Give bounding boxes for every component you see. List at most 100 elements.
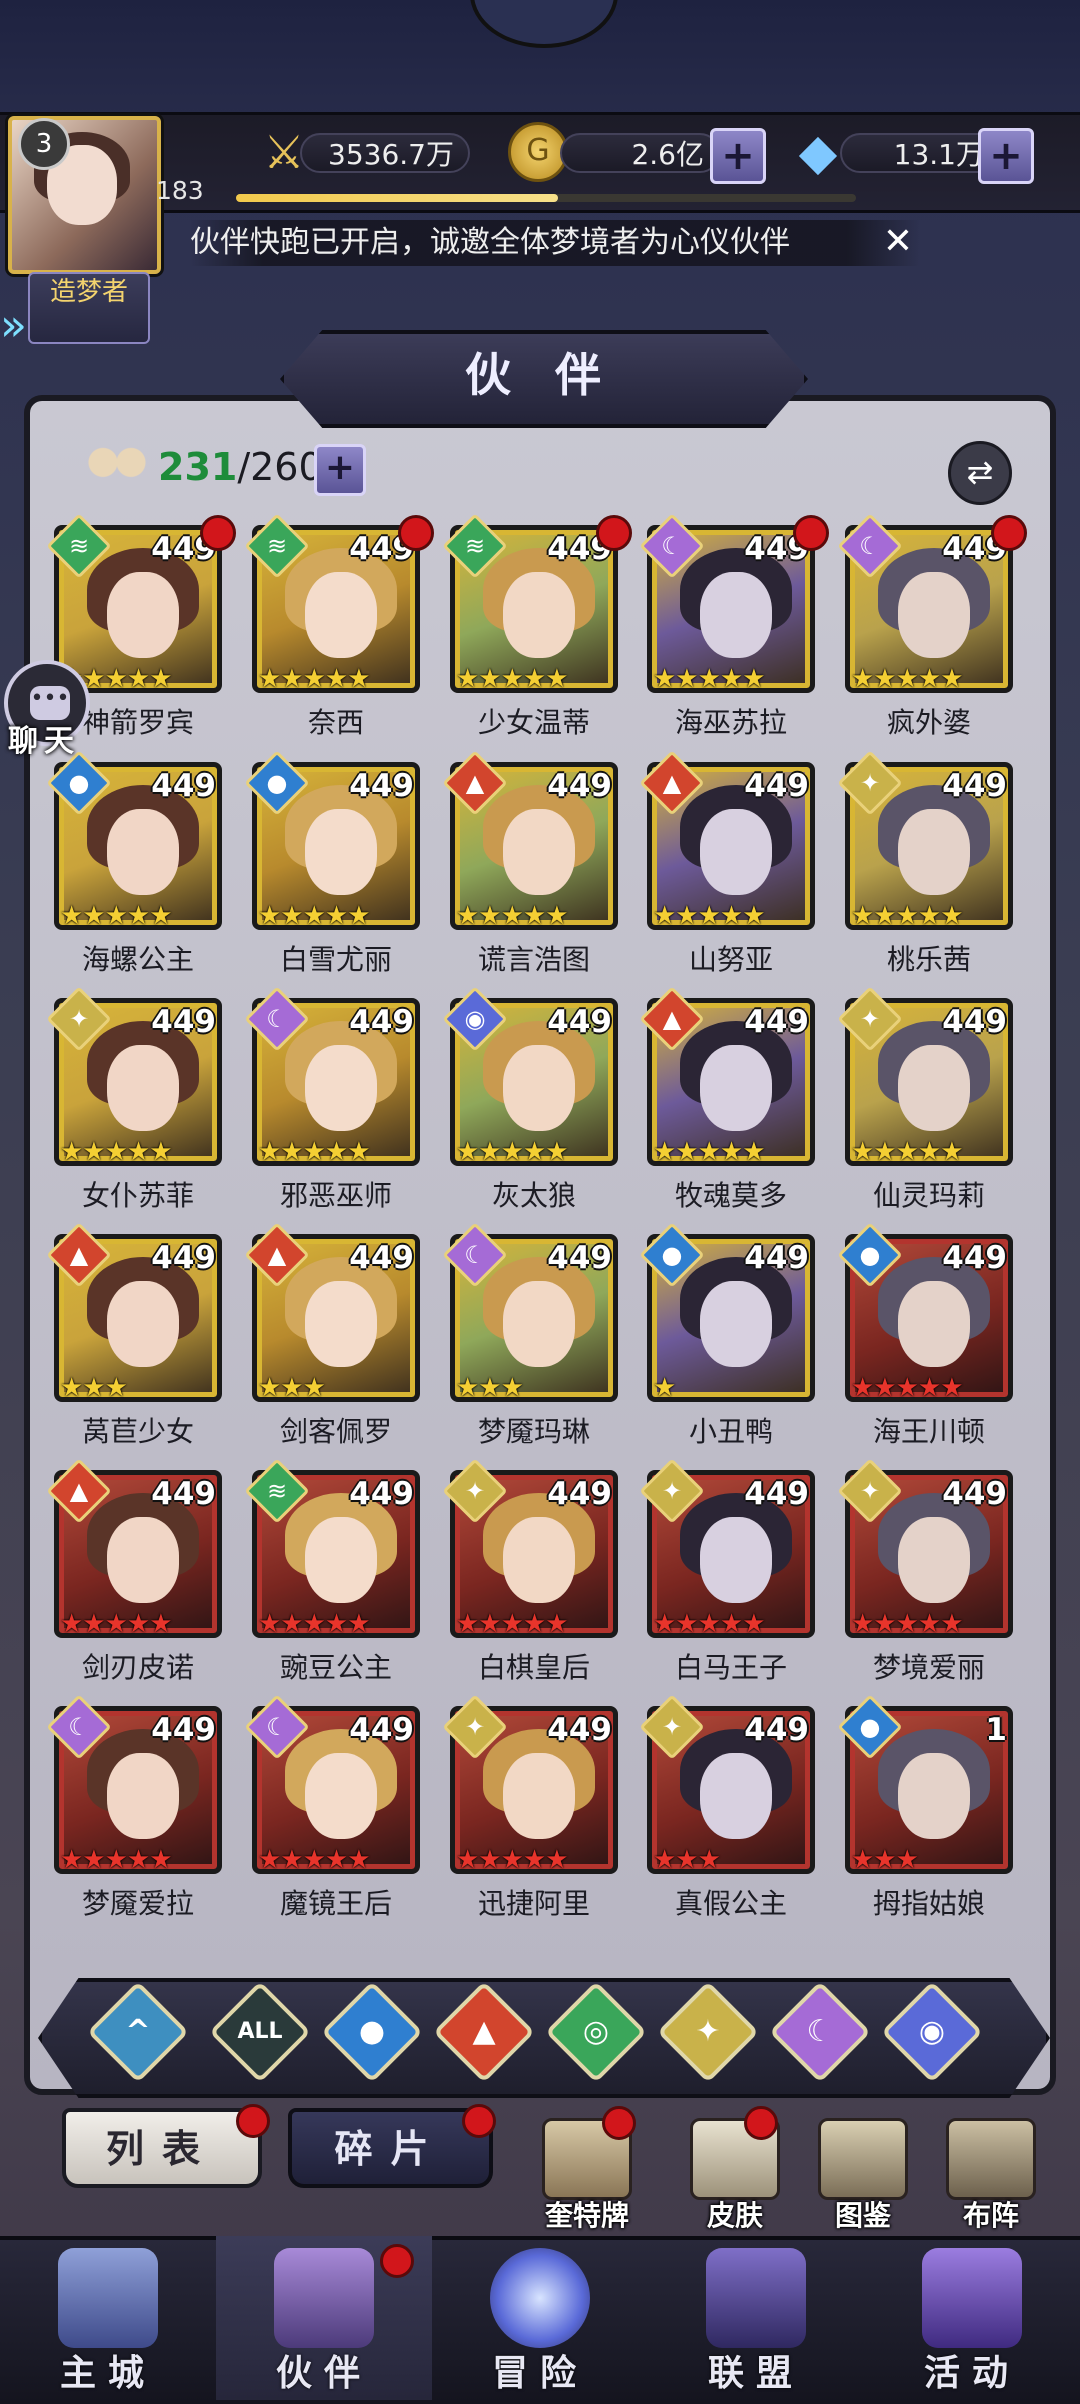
water-icon: ● — [859, 1241, 881, 1269]
partner-card[interactable]: ☾ 449 ★★★★★ 疯外婆 — [837, 513, 1027, 739]
partner-name: 灰太狼 — [491, 1179, 576, 1212]
tab-list[interactable]: 列表 — [62, 2108, 262, 2188]
nav-city-label: 主城 — [59, 2352, 156, 2394]
title-badge[interactable]: 造梦者 ★★★★★ — [28, 272, 150, 444]
partner-card[interactable]: ✦ 449 ★★★★★ 桃乐茜 — [837, 750, 1017, 976]
partner-card[interactable]: ✦ 449 ★★★★★ 白马王子 — [639, 1458, 819, 1684]
partner-card[interactable]: ✦ 449 ★★★★★ 迅捷阿里 — [442, 1694, 622, 1920]
filter-moon-icon: ☾ — [806, 2014, 834, 2049]
planet-icon: ◉ — [464, 1005, 486, 1033]
title-badge-label: 造梦者 — [49, 277, 128, 307]
partner-card[interactable]: ● 1 ★★★ 拇指姑娘 — [837, 1694, 1017, 1920]
portrait-face — [700, 1517, 772, 1603]
sort-swap-button[interactable]: ⇄ — [948, 441, 1012, 505]
partner-card[interactable]: ● 449 ★★★★★ 白雪尤丽 — [244, 750, 424, 976]
power-value: 3536.7万 — [300, 133, 470, 173]
light-icon: ✦ — [68, 1005, 90, 1033]
partner-name: 海王川顿 — [872, 1415, 985, 1448]
portrait-face — [107, 809, 179, 895]
partner-level: 449 — [942, 1476, 1007, 1512]
portrait-face — [107, 1753, 179, 1839]
portrait-face — [305, 572, 377, 658]
formation-button[interactable]: 布阵 — [936, 2118, 1046, 2232]
portrait-face — [305, 1045, 377, 1131]
partner-stars: ★★★★★ — [60, 1609, 173, 1639]
partner-card[interactable]: ◉ 449 ★★★★★ 灰太狼 — [442, 986, 622, 1212]
partner-level: 449 — [942, 1004, 1007, 1040]
chess-icon — [946, 2118, 1036, 2200]
partner-card[interactable]: ☾ 449 ★★★★★ 梦魇爱拉 — [46, 1694, 226, 1920]
wizard-hat-icon — [274, 2248, 374, 2348]
chat-label: 聊天 — [8, 724, 80, 759]
portrait-face — [107, 1045, 179, 1131]
partner-card[interactable]: ✦ 449 ★★★ 真假公主 — [639, 1694, 819, 1920]
partner-name: 剑客佩罗 — [279, 1415, 392, 1448]
partner-level: 449 — [349, 1712, 414, 1748]
partner-name: 仙灵玛莉 — [872, 1179, 985, 1212]
notification-dot — [596, 515, 632, 551]
partner-card[interactable]: ✦ 449 ★★★★★ 女仆苏菲 — [46, 986, 226, 1212]
close-icon[interactable]: ✕ — [878, 222, 918, 262]
partner-card[interactable]: ☾ 449 ★★★ 梦魇玛琳 — [442, 1222, 622, 1448]
partner-card[interactable]: ▲ 449 ★★★★★ 剑刃皮诺 — [46, 1458, 226, 1684]
filter-light-icon: ✦ — [695, 2014, 721, 2049]
partner-card[interactable]: ☾ 449 ★★★★★ 海巫苏拉 — [639, 513, 829, 739]
portrait-face — [503, 1281, 575, 1367]
partner-card[interactable]: ● 449 ★★★★★ 海王川顿 — [837, 1222, 1017, 1448]
portrait-face — [898, 572, 970, 658]
nav-events[interactable]: 活动 — [864, 2236, 1080, 2400]
partner-card[interactable]: ≋ 449 ★★★★★ 奈西 — [244, 513, 434, 739]
chat-icon: ••• — [30, 686, 70, 720]
partner-card[interactable]: ≋ 449 ★★★★★ 豌豆公主 — [244, 1458, 424, 1684]
partner-stars: ★★★★★ — [258, 1137, 371, 1167]
nav-adventure[interactable]: 冒险 — [432, 2236, 648, 2400]
partner-stars: ★★★★★ — [851, 1609, 964, 1639]
partner-stars: ★★★★★ — [851, 1137, 964, 1167]
expand-capacity-button[interactable]: + — [314, 444, 366, 496]
nav-alliance-label: 联盟 — [707, 2352, 804, 2394]
partner-card[interactable]: ● 449 ★★★★★ 海螺公主 — [46, 750, 226, 976]
partner-stars: ★★★★★ — [456, 664, 569, 694]
partner-card[interactable]: ✦ 449 ★★★★★ 白棋皇后 — [442, 1458, 622, 1684]
partner-level: 449 — [151, 1476, 216, 1512]
light-icon: ✦ — [661, 1477, 683, 1505]
partner-stars: ★ — [653, 1373, 676, 1403]
add-gold-button[interactable]: + — [710, 128, 766, 184]
fire-icon: ▲ — [662, 1005, 682, 1033]
partner-card[interactable]: ▲ 449 ★★★★★ 谎言浩图 — [442, 750, 622, 976]
portrait-face — [898, 809, 970, 895]
partner-level: 449 — [349, 1476, 414, 1512]
water-icon: ● — [859, 1713, 881, 1741]
add-diamond-button[interactable]: + — [978, 128, 1034, 184]
partner-card[interactable]: ▲ 449 ★★★★★ 山努亚 — [639, 750, 819, 976]
partner-level: 449 — [744, 1712, 809, 1748]
partner-card[interactable]: ✦ 449 ★★★★★ 仙灵玛莉 — [837, 986, 1017, 1212]
nav-events-label: 活动 — [923, 2352, 1020, 2394]
partner-stars: ★★★★★ — [60, 1845, 173, 1875]
partner-card[interactable]: ▲ 449 ★★★ 剑客佩罗 — [244, 1222, 424, 1448]
partner-name: 疯外婆 — [886, 706, 971, 739]
partner-card[interactable]: ☾ 449 ★★★★★ 魔镜王后 — [244, 1694, 424, 1920]
side-expand-icon[interactable]: » — [0, 296, 30, 356]
partner-card[interactable]: ☾ 449 ★★★★★ 邪恶巫师 — [244, 986, 424, 1212]
cards-notification-dot — [602, 2106, 636, 2140]
nav-partner-notification-dot — [380, 2244, 414, 2278]
nav-alliance[interactable]: 联盟 — [648, 2236, 864, 2400]
partner-name: 豌豆公主 — [279, 1651, 392, 1684]
partner-card[interactable]: ✦ 449 ★★★★★ 梦境爱丽 — [837, 1458, 1017, 1684]
partner-card[interactable]: ≋ 449 ★★★★★ 少女温蒂 — [442, 513, 632, 739]
portrait-face — [503, 1753, 575, 1839]
partner-card[interactable]: ● 449 ★ 小丑鸭 — [639, 1222, 819, 1448]
partner-card[interactable]: ▲ 449 ★★★★★ 牧魂莫多 — [639, 986, 819, 1212]
gallery-button[interactable]: 图鉴 — [808, 2118, 918, 2232]
partner-stars: ★★★★★ — [258, 1845, 371, 1875]
partner-card[interactable]: ▲ 449 ★★★ 莴苣少女 — [46, 1222, 226, 1448]
portrait-face — [700, 1753, 772, 1839]
nav-partner[interactable]: 伙伴 — [216, 2236, 432, 2400]
nav-city[interactable]: 主城 — [0, 2236, 216, 2400]
partner-stars: ★★★★★ — [258, 901, 371, 931]
notification-dot — [398, 515, 434, 551]
partner-name: 魔镜王后 — [279, 1887, 392, 1920]
diamond-value: 13.1万 — [840, 133, 1000, 173]
portrait-face — [107, 572, 179, 658]
